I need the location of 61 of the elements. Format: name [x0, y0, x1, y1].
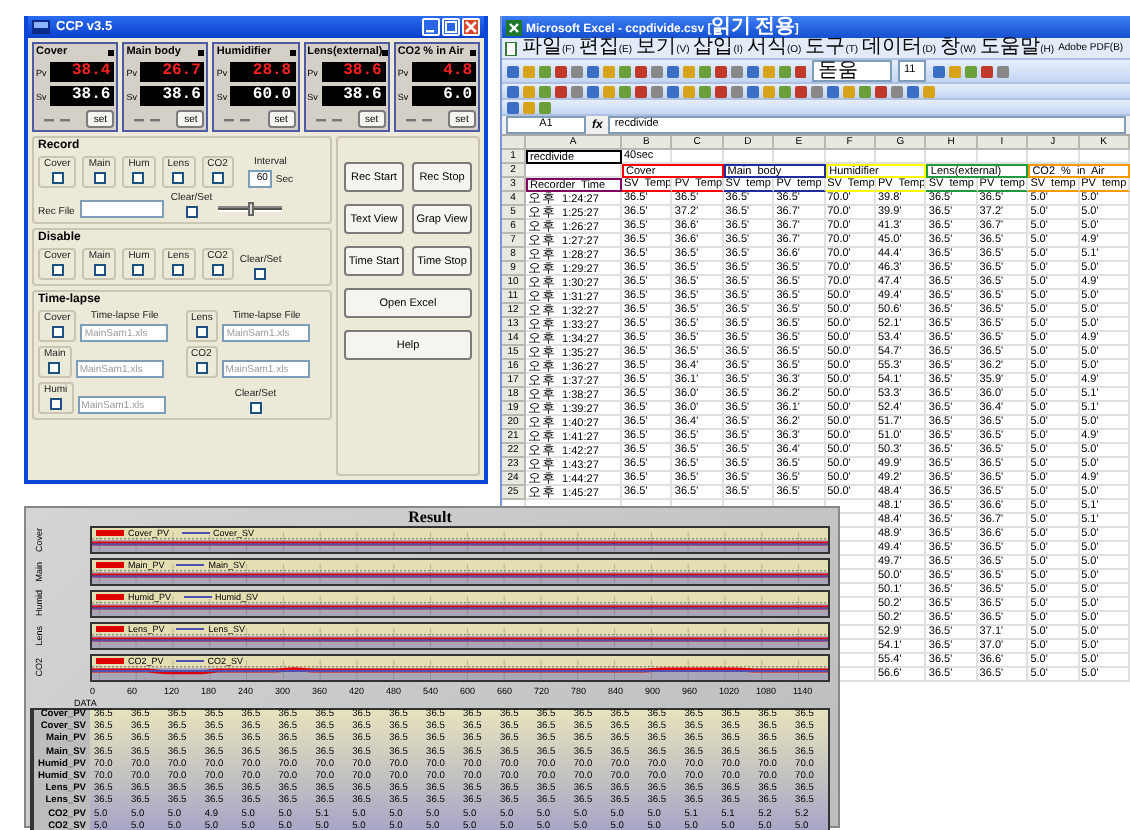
- status-square-icon: [108, 49, 115, 55]
- status-square-icon: [382, 49, 389, 55]
- sv-display: 38.6: [50, 86, 115, 106]
- maximize-icon: [444, 20, 458, 34]
- checkbox[interactable]: [51, 264, 64, 276]
- font-field[interactable]: 돋움: [812, 60, 892, 82]
- empty-cell[interactable]: [723, 150, 775, 164]
- app-icon: [32, 20, 50, 34]
- slider-track[interactable]: [218, 206, 283, 212]
- pv-display: 28.8: [230, 62, 296, 82]
- empty-cell[interactable]: [875, 150, 927, 164]
- empty-cell[interactable]: [672, 150, 724, 164]
- status-square-icon: [470, 49, 477, 55]
- checkbox[interactable]: [172, 172, 185, 184]
- indicator-lights-icon: [44, 115, 72, 123]
- empty-cell[interactable]: [1028, 150, 1080, 164]
- pv-display: 38.6: [321, 62, 386, 82]
- checkbox[interactable]: [132, 264, 145, 276]
- sv-display: 60.0: [230, 86, 296, 106]
- checkbox[interactable]: [211, 172, 224, 184]
- checkbox[interactable]: [195, 326, 208, 338]
- chart-title: Result: [408, 508, 452, 526]
- file-field[interactable]: [80, 200, 165, 218]
- checkbox[interactable]: [132, 172, 145, 184]
- pv-display: 26.7: [140, 62, 205, 82]
- indicator-lights-icon: [134, 115, 163, 123]
- checkbox[interactable]: [51, 326, 64, 338]
- checkbox[interactable]: [172, 264, 185, 276]
- maximize-button[interactable]: [442, 18, 460, 36]
- indicator-lights-icon: [405, 115, 434, 123]
- checkbox[interactable]: [185, 206, 198, 218]
- slider-thumb[interactable]: [247, 202, 254, 216]
- status-square-icon: [198, 49, 205, 55]
- sv-display: 38.6: [321, 86, 386, 106]
- sv-display: 38.6: [140, 86, 205, 106]
- sv-display: 6.0: [411, 86, 477, 106]
- empty-cell[interactable]: [977, 150, 1029, 164]
- checkbox[interactable]: [93, 264, 106, 276]
- pv-display: 38.4: [50, 62, 115, 82]
- close-icon: [464, 20, 478, 34]
- checkbox[interactable]: [93, 172, 106, 184]
- checkbox[interactable]: [51, 172, 64, 184]
- empty-cell[interactable]: [774, 150, 826, 164]
- checkbox[interactable]: [49, 398, 62, 410]
- checkbox[interactable]: [211, 264, 224, 276]
- minimize-button[interactable]: [422, 18, 440, 36]
- checkbox[interactable]: [195, 362, 208, 374]
- checkbox[interactable]: [254, 268, 267, 280]
- grid-corner: [502, 136, 526, 150]
- status-square-icon: [289, 49, 296, 55]
- empty-cell[interactable]: [1079, 150, 1130, 164]
- checkbox[interactable]: [48, 362, 61, 374]
- empty-cell[interactable]: [825, 150, 876, 164]
- checkbox[interactable]: [249, 402, 262, 414]
- toolbar-icons-drawing: [932, 63, 1012, 79]
- indicator-lights-icon: [224, 115, 253, 123]
- spreadsheet-icon: [506, 19, 522, 35]
- indicator-lights-icon: [315, 115, 344, 123]
- empty-cell[interactable]: [926, 150, 978, 164]
- close-button[interactable]: [462, 18, 480, 36]
- pv-display: 4.8: [411, 62, 477, 82]
